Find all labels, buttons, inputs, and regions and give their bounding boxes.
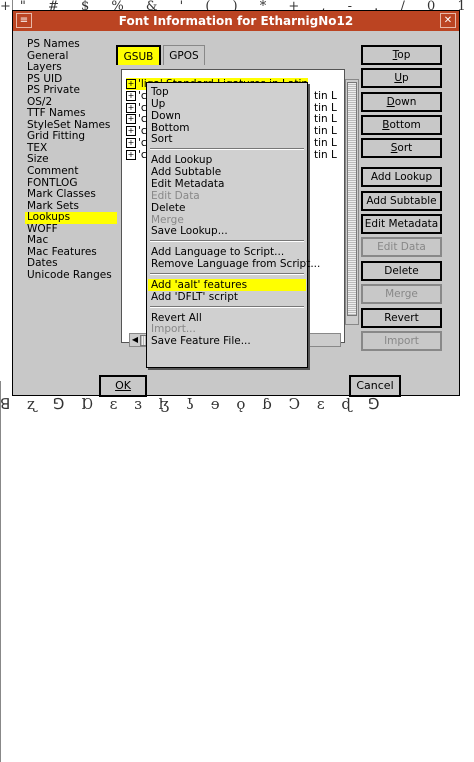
menu-item-add-lookup[interactable]: Add Lookup xyxy=(151,154,212,166)
vertical-scrollbar-thumb[interactable] xyxy=(347,82,357,316)
scroll-left-arrow-icon[interactable]: ◀ xyxy=(130,334,140,346)
menu-separator xyxy=(150,148,304,151)
ok-button[interactable]: OK xyxy=(99,375,147,397)
menu-item-save-feature-file[interactable]: Save Feature File... xyxy=(151,335,251,347)
menu-item-revert-all[interactable]: Revert All xyxy=(151,312,202,324)
expand-plus-icon[interactable]: + xyxy=(126,114,136,125)
menu-item-sort[interactable]: Sort xyxy=(151,133,173,145)
category-item-mark-classes[interactable]: Mark Classes xyxy=(25,189,117,201)
category-item-unicode-ranges[interactable]: Unicode Ranges xyxy=(25,269,117,282)
ok-button-label: OK xyxy=(115,379,131,392)
category-item-comment[interactable]: Comment xyxy=(25,165,117,178)
menu-separator xyxy=(150,272,304,275)
lookup-context-menu: Top Up Down Bottom Sort Add Lookup Add Subtabl… xyxy=(146,82,320,368)
edit-data-button[interactable]: Edit Data xyxy=(361,237,442,257)
tab-gsub[interactable]: GSUB xyxy=(116,45,161,65)
button-label: own xyxy=(394,96,417,108)
lookup-row[interactable]: +'c tin L xyxy=(126,102,337,114)
window-menu-icon[interactable]: ≡ xyxy=(16,13,32,28)
button-label: ort xyxy=(397,142,413,154)
expand-plus-icon[interactable]: + xyxy=(126,149,136,160)
button-label: Add Lookup xyxy=(370,171,433,183)
menu-item-import[interactable]: Import... xyxy=(151,323,196,335)
button-label: Delete xyxy=(384,265,419,277)
expand-plus-icon[interactable]: + xyxy=(126,79,136,89)
window-title: Font Information for EtharnigNo12 xyxy=(118,14,354,28)
expand-plus-icon[interactable]: + xyxy=(126,138,136,148)
edit-metadata-button[interactable]: Edit Metadata xyxy=(361,214,442,234)
menu-item-merge[interactable]: Merge xyxy=(151,214,184,226)
button-label: p xyxy=(402,72,409,84)
close-icon[interactable]: ✕ xyxy=(440,13,456,28)
cancel-button-label: Cancel xyxy=(356,379,394,392)
expand-plus-icon[interactable]: + xyxy=(126,126,136,137)
menu-item-add-dflt-script[interactable]: Add 'DFLT' script xyxy=(151,291,238,303)
lookup-row-tail: tin L xyxy=(314,89,337,102)
button-label: op xyxy=(397,49,411,61)
menu-item-delete[interactable]: Delete xyxy=(151,202,186,214)
merge-button[interactable]: Merge xyxy=(361,284,442,304)
button-accelerator: U xyxy=(394,72,402,84)
lookup-row-tail: tin L xyxy=(314,113,337,126)
menu-item-edit-data[interactable]: Edit Data xyxy=(151,190,200,202)
expand-plus-icon[interactable]: + xyxy=(126,90,136,101)
top-button[interactable]: Top xyxy=(361,45,442,65)
lookup-row-tail: tin L xyxy=(314,148,337,161)
menu-item-add-subtable[interactable]: Add Subtable xyxy=(151,166,221,178)
lookup-row-tail: tin L xyxy=(314,125,337,138)
button-label: Import xyxy=(384,335,419,347)
title-bar[interactable]: Font Information for EtharnigNo12 ≡ ✕ xyxy=(13,11,459,31)
button-label: Edit Metadata xyxy=(364,218,439,230)
lookup-row-tail: tin L xyxy=(314,101,337,114)
lookup-list-vertical-scrollbar[interactable] xyxy=(345,79,359,325)
revert-button[interactable]: Revert xyxy=(361,308,442,328)
add-lookup-button[interactable]: Add Lookup xyxy=(361,167,442,187)
lookup-row[interactable]: +'c tin L xyxy=(126,149,337,161)
menu-item-remove-language-from-script[interactable]: Remove Language from Script... xyxy=(151,258,320,270)
lookup-row[interactable]: +'c tin L xyxy=(126,90,337,102)
menu-item-bottom[interactable]: Bottom xyxy=(151,122,190,134)
up-button[interactable]: Up xyxy=(361,68,442,88)
menu-item-down[interactable]: Down xyxy=(151,110,181,122)
menu-item-add-aalt-features[interactable]: Add 'aalt' features xyxy=(148,278,306,291)
import-button[interactable]: Import xyxy=(361,331,442,351)
expand-plus-icon[interactable]: + xyxy=(126,102,136,113)
lookup-row[interactable]: +'c tin L xyxy=(126,113,337,125)
background-glyph-strip-bottom: ꓭ ʐ ꓨ Ɒ ɛ ɜ ɮ ʖ ɘ ǫ ɓ Ↄ ɛ ɖ ꓨ xyxy=(0,395,386,413)
category-list: PS Names General Layers PS UID PS Private OS/… xyxy=(25,38,117,289)
tab-gpos[interactable]: GPOS xyxy=(163,45,205,65)
button-label: Add Subtable xyxy=(366,195,437,207)
add-subtable-button[interactable]: Add Subtable xyxy=(361,191,442,211)
cancel-button[interactable]: Cancel xyxy=(349,375,401,397)
lookup-row[interactable]: +'c tin L xyxy=(126,137,337,149)
button-label: ottom xyxy=(389,119,421,131)
button-label: Edit Data xyxy=(377,241,426,253)
lookup-row[interactable]: +'c tin L xyxy=(126,125,337,137)
button-label: Merge xyxy=(385,288,418,300)
menu-item-up[interactable]: Up xyxy=(151,98,165,110)
menu-item-edit-metadata[interactable]: Edit Metadata xyxy=(151,178,224,190)
delete-button[interactable]: Delete xyxy=(361,261,442,281)
menu-separator xyxy=(150,240,304,243)
sort-button[interactable]: Sort xyxy=(361,138,442,158)
category-item-layers[interactable]: Layers xyxy=(25,62,117,74)
menu-separator xyxy=(150,305,304,308)
bottom-button[interactable]: Bottom xyxy=(361,115,442,135)
menu-item-save-lookup[interactable]: Save Lookup... xyxy=(151,225,228,237)
menu-item-top[interactable]: Top xyxy=(151,86,169,98)
button-accelerator: D xyxy=(386,96,395,108)
lookup-row-tail: tin L xyxy=(314,137,337,149)
background-window-right xyxy=(0,381,15,762)
button-label: Revert xyxy=(384,312,419,324)
down-button[interactable]: Down xyxy=(361,92,442,112)
category-item-ps-names[interactable]: PS Names xyxy=(25,38,117,51)
category-item-ps-private[interactable]: PS Private xyxy=(25,85,117,97)
menu-item-add-language-to-script[interactable]: Add Language to Script... xyxy=(151,246,284,258)
